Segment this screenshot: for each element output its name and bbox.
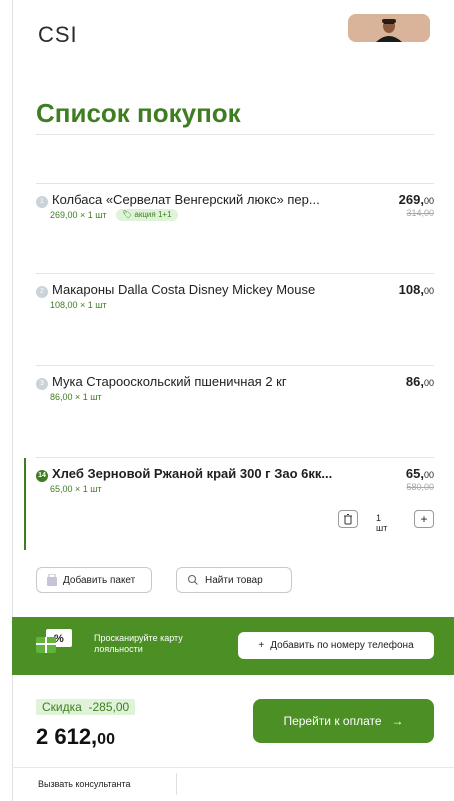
trash-icon <box>344 514 352 525</box>
item-number-badge: 1 <box>36 196 48 208</box>
item-name: 1 Колбаса «Сервелат Венгерский люкс» пер.… <box>36 192 320 208</box>
left-frame-line <box>12 0 13 801</box>
item-divider <box>36 273 434 274</box>
item-price: 108,00 <box>399 282 434 297</box>
discount-badge: Скидка -285,00 <box>36 699 136 715</box>
loyalty-banner: % Просканируйте карту лояльности + Добав… <box>12 617 454 675</box>
footer-separator <box>176 773 177 795</box>
item-name: 14 Хлеб Зерновой Ржаной край 300 г Зао 6к… <box>36 466 332 482</box>
discount-value: -285,00 <box>88 700 130 714</box>
item-unit-price: 65,00 × 1 шт <box>50 484 102 494</box>
item-unit-price: 269,00 × 1 шт <box>50 210 107 220</box>
loyalty-text: Просканируйте карту лояльности <box>94 633 183 654</box>
footer-divider <box>12 767 454 768</box>
plus-icon: + <box>258 640 265 651</box>
search-icon <box>187 574 198 585</box>
order-total: 2 612,00 <box>36 724 115 750</box>
item-name: 2 Макароны Dalla Costa Disney Mickey Mous… <box>36 282 315 298</box>
call-consultant-button[interactable]: Вызвать консультанта <box>38 779 130 789</box>
user-avatar[interactable] <box>348 14 430 42</box>
item-old-price: 580,00 <box>406 482 434 492</box>
item-price-int: 65, <box>405 466 424 481</box>
checkout-button[interactable]: Перейти к оплате → <box>253 699 434 743</box>
checkout-label: Перейти к оплате <box>283 714 382 728</box>
find-item-button[interactable]: Найти товар <box>176 567 292 593</box>
item-price-frac: 00 <box>423 196 434 206</box>
user-avatar-photo <box>348 14 430 42</box>
tag-icon: 🏷 <box>122 210 133 219</box>
discount-label: Скидка <box>42 700 82 714</box>
promo-label: акция 1+1 <box>134 210 172 219</box>
item-price-frac: 00 <box>423 378 434 388</box>
item-price: 65,00 <box>406 466 434 481</box>
item-name-text: Макароны Dalla Costa Disney Mickey Mouse <box>52 282 316 297</box>
item-price-frac: 00 <box>423 286 434 296</box>
add-bag-button[interactable]: Добавить пакет <box>36 567 152 593</box>
item-unit-price: 108,00 × 1 шт <box>50 300 107 310</box>
item-divider <box>36 183 434 184</box>
brand-logo: CSI <box>38 22 78 47</box>
arrow-right-icon: → <box>391 714 404 728</box>
add-by-phone-button[interactable]: + Добавить по номеру телефона <box>238 632 434 659</box>
item-name-text: Хлеб Зерновой Ржаной край 300 г Зао 6кк.… <box>52 466 333 481</box>
total-frac: 00 <box>97 731 115 748</box>
title-divider <box>36 134 434 135</box>
item-number-badge: 3 <box>36 378 48 390</box>
item-price-int: 86, <box>405 374 424 389</box>
delete-item-button[interactable] <box>338 510 358 528</box>
add-by-phone-label: Добавить по номеру телефона <box>270 640 414 651</box>
item-price-frac: 00 <box>423 470 434 480</box>
item-price: 86,00 <box>406 374 434 389</box>
bag-icon <box>47 574 57 586</box>
page-title: Список покупок <box>36 98 241 128</box>
item-name-text: Колбаса «Сервелат Венгерский люкс» пер..… <box>52 192 320 207</box>
item-old-price: 314,00 <box>406 208 434 218</box>
item-number-badge: 2 <box>36 286 48 298</box>
item-divider <box>36 365 434 366</box>
add-bag-label: Добавить пакет <box>63 574 136 586</box>
active-item-indicator <box>24 458 26 550</box>
item-divider <box>36 457 434 458</box>
item-unit-price: 86,00 × 1 шт <box>50 392 102 402</box>
item-number-badge: 14 <box>36 470 48 482</box>
promo-badge: 🏷 акция 1+1 <box>116 209 178 221</box>
total-int: 2 612, <box>36 724 98 749</box>
loyalty-card-icon: % <box>36 629 72 653</box>
item-price-int: 269, <box>398 192 424 207</box>
plus-icon: + <box>420 512 428 526</box>
item-name-text: Мука Старооскольский пшеничная 2 кг <box>52 374 287 389</box>
item-name: 3 Мука Старооскольский пшеничная 2 кг <box>36 374 287 390</box>
increase-quantity-button[interactable]: + <box>414 510 434 528</box>
quantity-value: 1 шт <box>376 513 388 533</box>
item-price: 269,00 <box>399 192 434 207</box>
item-price-int: 108, <box>398 282 424 297</box>
find-item-label: Найти товар <box>205 574 263 586</box>
